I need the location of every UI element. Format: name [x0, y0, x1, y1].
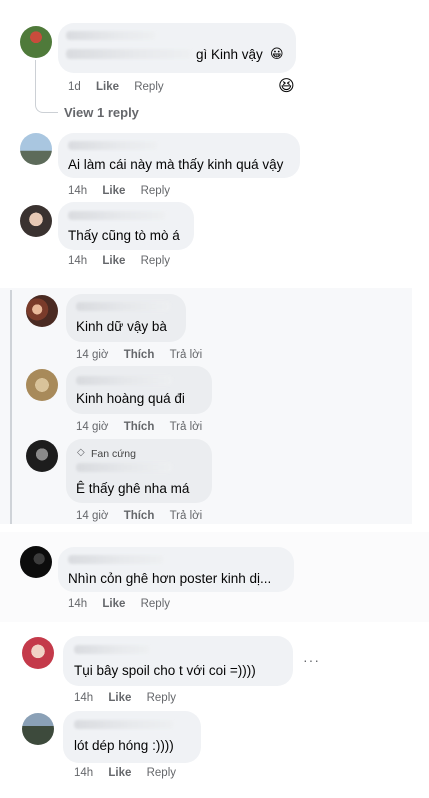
timestamp[interactable]: 14h	[74, 692, 93, 704]
author-name[interactable]	[68, 141, 158, 150]
comment-bubble	[63, 711, 201, 763]
reply-button[interactable]: Reply	[134, 81, 163, 93]
comment-text: Kinh dữ vậy bà	[76, 319, 167, 334]
like-button[interactable]: Like	[108, 692, 131, 704]
smile-emoji-icon: 😀	[270, 46, 284, 61]
reply-button[interactable]: Trả lời	[170, 349, 203, 361]
timestamp[interactable]: 14h	[68, 598, 87, 610]
like-button[interactable]: Like	[102, 255, 125, 267]
comment-text: lót dép hóng :))))	[74, 738, 174, 753]
avatar[interactable]	[26, 440, 58, 472]
like-button[interactable]: Thích	[124, 421, 155, 433]
timestamp[interactable]: 14 giờ	[76, 349, 108, 361]
like-button[interactable]: Like	[102, 598, 125, 610]
timestamp[interactable]: 14h	[74, 767, 93, 779]
comment-actions: 14h Like Reply	[74, 691, 176, 705]
avatar[interactable]	[26, 295, 58, 327]
comment-actions: 14h Like Reply	[68, 597, 170, 611]
avatar[interactable]	[20, 205, 52, 237]
laughing-reaction-icon[interactable]: 😆	[278, 76, 295, 96]
avatar[interactable]	[22, 637, 54, 669]
avatar[interactable]	[20, 26, 52, 58]
comment-text: gì Kinh vậy	[196, 47, 263, 62]
timestamp[interactable]: 14 giờ	[76, 421, 108, 433]
reply-button[interactable]: Trả lời	[170, 510, 203, 522]
comment-actions: 14h Like Reply	[68, 184, 170, 198]
like-button[interactable]: Like	[108, 767, 131, 779]
author-name[interactable]	[66, 31, 156, 40]
timestamp[interactable]: 14h	[68, 185, 87, 197]
comment-actions: 14h Like Reply	[74, 766, 176, 780]
timestamp[interactable]: 14h	[68, 255, 87, 267]
comment-actions: 1d Like Reply	[68, 80, 164, 94]
reply-thread-line	[10, 290, 12, 524]
avatar[interactable]	[26, 369, 58, 401]
fan-badge: Fan cứng	[91, 448, 136, 460]
reply-button[interactable]: Reply	[147, 692, 176, 704]
more-options-button[interactable]: ···	[303, 652, 320, 668]
author-name[interactable]	[76, 376, 172, 385]
avatar[interactable]	[20, 546, 52, 578]
author-name[interactable]	[74, 645, 150, 654]
like-button[interactable]: Thích	[124, 510, 155, 522]
reply-button[interactable]: Reply	[141, 255, 170, 267]
diamond-icon: ◇	[77, 447, 85, 458]
author-name[interactable]	[74, 720, 174, 729]
like-button[interactable]: Like	[96, 81, 119, 93]
comment-text: Kinh hoàng quá đi	[76, 391, 185, 406]
comment-text: Ê thấy ghê nha má	[76, 481, 190, 496]
view-replies-link[interactable]: View 1 reply	[64, 106, 139, 120]
like-button[interactable]: Thích	[124, 349, 155, 361]
comment-text: Ai làm cái này mà thấy kinh quá vậy	[68, 157, 284, 172]
author-name[interactable]	[68, 211, 166, 220]
thread-line	[35, 60, 58, 113]
comment-actions: 14h Like Reply	[68, 254, 170, 268]
reply-button[interactable]: Reply	[141, 185, 170, 197]
like-button[interactable]: Like	[102, 185, 125, 197]
author-name[interactable]	[76, 463, 172, 472]
author-name[interactable]	[76, 302, 170, 311]
comment-actions: 14 giờ Thích Trả lời	[76, 420, 202, 434]
comment-text: Nhìn cỏn ghê hơn poster kinh dị...	[68, 571, 272, 586]
timestamp[interactable]: 14 giờ	[76, 510, 108, 522]
avatar[interactable]	[20, 133, 52, 165]
reply-button[interactable]: Reply	[141, 598, 170, 610]
text-obscured	[66, 49, 192, 59]
avatar[interactable]	[22, 713, 54, 745]
timestamp[interactable]: 1d	[68, 81, 81, 93]
comment-text: Thấy cũng tò mò á	[68, 228, 180, 243]
comment-actions: 14 giờ Thích Trả lời	[76, 509, 202, 523]
comment-text: Tụi bây spoil cho t với coi =))))	[74, 663, 256, 678]
comment-actions: 14 giờ Thích Trả lời	[76, 348, 202, 362]
author-name[interactable]	[68, 555, 164, 564]
reply-button[interactable]: Trả lời	[170, 421, 203, 433]
reply-button[interactable]: Reply	[147, 767, 176, 779]
